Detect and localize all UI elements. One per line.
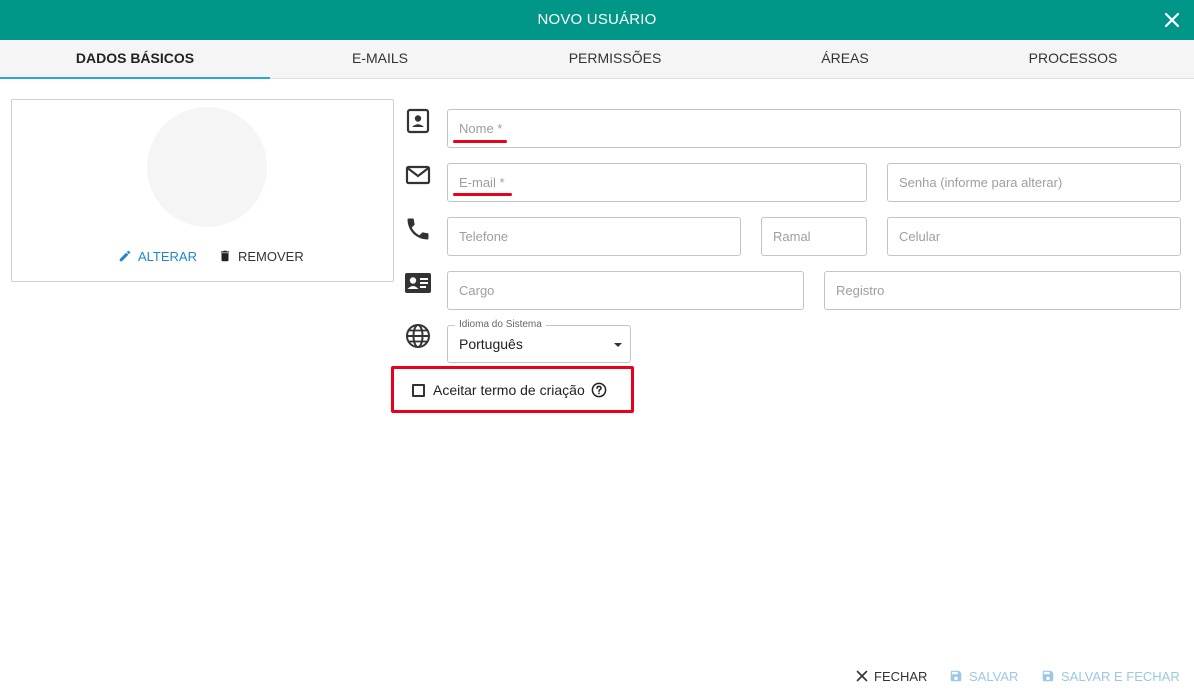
cargo-field[interactable]: Cargo	[447, 271, 804, 310]
save-and-close-button-label: SALVAR E FECHAR	[1061, 668, 1180, 684]
language-select-label: Idioma do Sistema	[455, 319, 546, 330]
email-annotation-underline	[453, 193, 512, 196]
nome-annotation-underline	[453, 140, 507, 143]
globe-icon	[406, 324, 430, 348]
tab-permissoes[interactable]: PERMISSÕES	[490, 40, 740, 78]
celular-field[interactable]: Celular	[887, 217, 1181, 256]
dialog-header: NOVO USUÁRIO	[0, 0, 1194, 40]
terms-checkbox-row: Aceitar termo de criação	[412, 379, 607, 401]
save-icon	[1042, 670, 1054, 682]
nome-field[interactable]: Nome *	[447, 109, 1181, 148]
ramal-placeholder: Ramal	[773, 229, 811, 244]
id-card-icon	[405, 273, 431, 293]
tab-areas[interactable]: ÁREAS	[740, 40, 950, 78]
pencil-icon	[119, 250, 131, 262]
photo-card: ALTERAR REMOVER	[11, 99, 394, 282]
tab-emails[interactable]: E-MAILS	[270, 40, 490, 78]
tab-processos[interactable]: PROCESSOS	[950, 40, 1194, 78]
language-select[interactable]: Idioma do Sistema Português	[447, 319, 631, 363]
alter-photo-button[interactable]: ALTERAR	[118, 246, 197, 266]
tab-bar: DADOS BÁSICOS E-MAILS PERMISSÕES ÁREAS P…	[0, 40, 1194, 79]
avatar[interactable]	[147, 107, 267, 227]
terms-label[interactable]: Aceitar termo de criação	[433, 382, 585, 398]
celular-placeholder: Celular	[899, 229, 941, 244]
trash-icon	[220, 250, 230, 262]
alter-photo-label: ALTERAR	[138, 248, 197, 264]
phone-icon	[407, 218, 429, 240]
mail-icon	[405, 165, 431, 185]
help-circle-icon[interactable]	[591, 382, 607, 398]
email-field[interactable]: E-mail *	[447, 163, 867, 202]
telefone-field[interactable]: Telefone	[447, 217, 741, 256]
close-button[interactable]: FECHAR	[856, 666, 927, 686]
close-button-label: FECHAR	[874, 668, 928, 684]
senha-placeholder: Senha (informe para alterar)	[899, 175, 1063, 190]
terms-checkbox[interactable]	[412, 383, 425, 397]
save-icon	[950, 670, 962, 682]
dialog-title: NOVO USUÁRIO	[537, 11, 657, 28]
save-button[interactable]: SALVAR	[949, 666, 1018, 686]
telefone-placeholder: Telefone	[459, 229, 509, 244]
language-select-value: Português	[459, 336, 523, 352]
remove-photo-button[interactable]: REMOVER	[218, 246, 304, 266]
registro-placeholder: Registro	[836, 283, 885, 298]
contact-card-icon	[406, 108, 430, 134]
tab-dados-basicos[interactable]: DADOS BÁSICOS	[0, 40, 270, 79]
chevron-down-icon	[614, 343, 622, 347]
remove-photo-label: REMOVER	[238, 248, 304, 264]
save-and-close-button[interactable]: SALVAR E FECHAR	[1041, 666, 1180, 686]
registro-field[interactable]: Registro	[824, 271, 1181, 310]
save-button-label: SALVAR	[969, 668, 1019, 684]
close-icon	[856, 670, 868, 682]
cargo-placeholder: Cargo	[459, 283, 495, 298]
close-icon[interactable]	[1162, 10, 1182, 30]
senha-field[interactable]: Senha (informe para alterar)	[887, 163, 1181, 202]
ramal-field[interactable]: Ramal	[761, 217, 867, 256]
